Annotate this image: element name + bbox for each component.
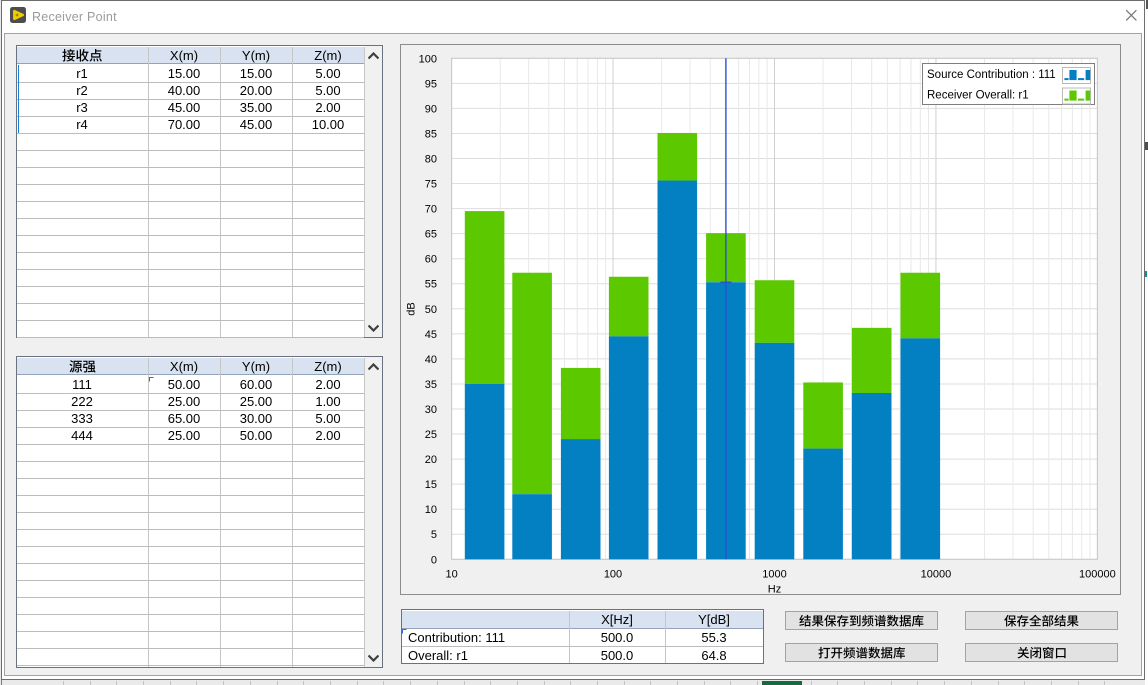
svg-text:35: 35: [425, 379, 437, 391]
svg-text:100: 100: [419, 53, 437, 65]
svg-text:1000: 1000: [762, 569, 786, 581]
svg-text:Source Contribution : 111: Source Contribution : 111: [927, 69, 1056, 81]
svg-text:25: 25: [425, 429, 437, 441]
svg-text:dB: dB: [406, 302, 418, 315]
svg-text:85: 85: [425, 128, 437, 140]
svg-text:0: 0: [431, 554, 437, 566]
svg-text:50: 50: [425, 304, 437, 316]
svg-text:95: 95: [425, 78, 437, 90]
svg-text:40: 40: [425, 354, 437, 366]
svg-text:90: 90: [425, 103, 437, 115]
svg-text:Receiver Overall: r1: Receiver Overall: r1: [927, 90, 1029, 102]
svg-text:55: 55: [425, 279, 437, 291]
svg-text:100000: 100000: [1079, 569, 1116, 581]
svg-text:10000: 10000: [921, 569, 952, 581]
svg-text:80: 80: [425, 154, 437, 166]
svg-text:70: 70: [425, 204, 437, 216]
svg-text:100: 100: [604, 569, 622, 581]
svg-text:75: 75: [425, 179, 437, 191]
svg-text:20: 20: [425, 454, 437, 466]
svg-text:60: 60: [425, 254, 437, 266]
svg-text:30: 30: [425, 404, 437, 416]
svg-text:10: 10: [425, 504, 437, 516]
svg-text:45: 45: [425, 329, 437, 341]
svg-text:65: 65: [425, 229, 437, 241]
svg-text:15: 15: [425, 479, 437, 491]
svg-text:10: 10: [445, 569, 457, 581]
svg-text:5: 5: [431, 529, 437, 541]
svg-text:Hz: Hz: [768, 584, 781, 596]
